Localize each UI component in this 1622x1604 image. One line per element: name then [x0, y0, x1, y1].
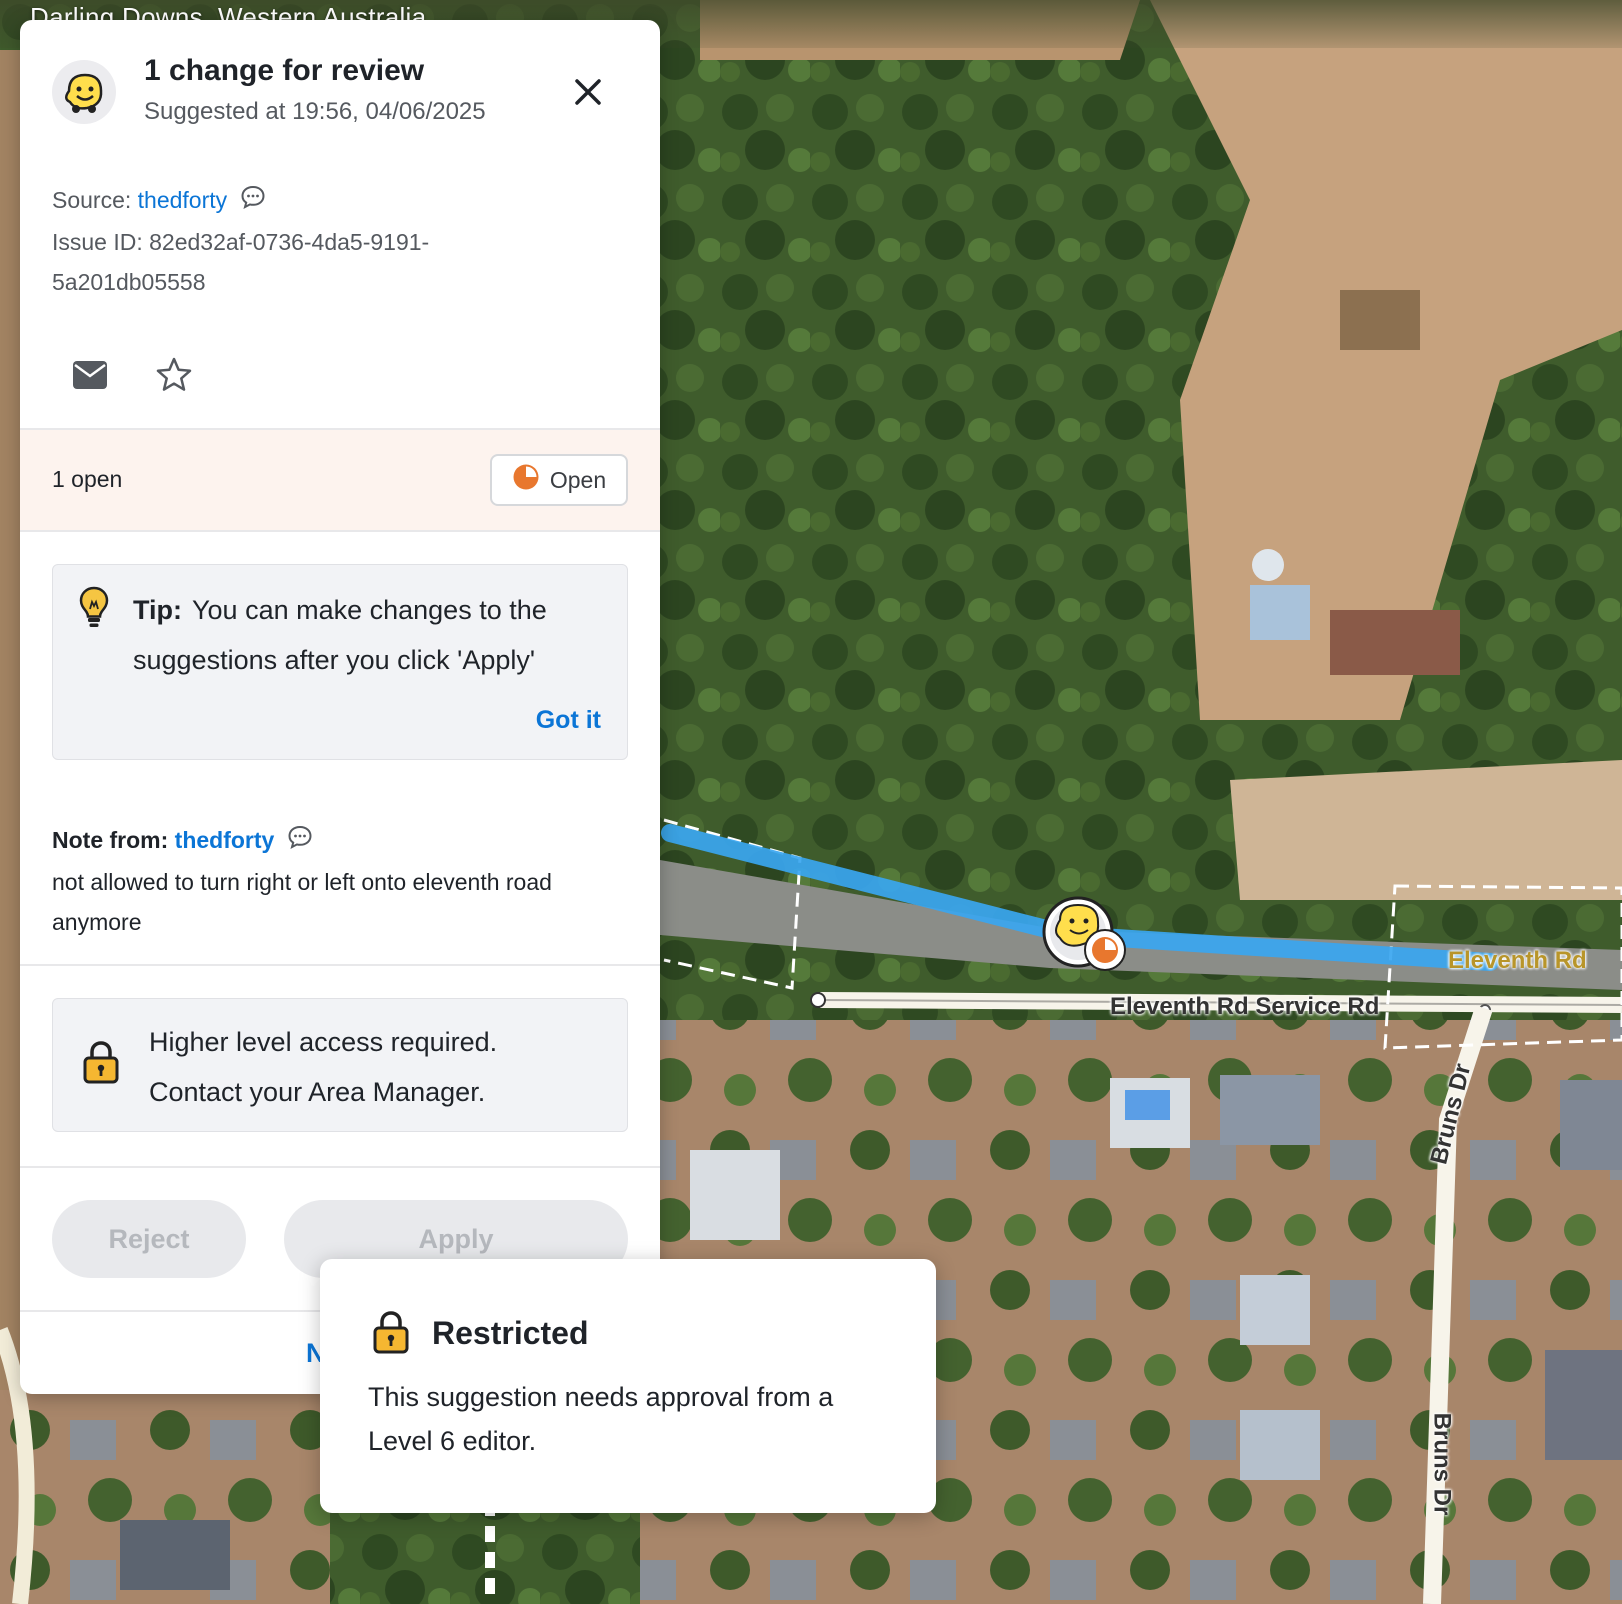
status-open-label: Open	[549, 466, 607, 493]
note-text: not allowed to turn right or left onto e…	[52, 868, 552, 935]
panel-header: 1 change for review Suggested at 19:56, …	[20, 20, 660, 200]
road-label-bruns-dr-lower: Bruns Dr	[1428, 1412, 1456, 1516]
lock-icon	[81, 1039, 121, 1090]
note-header: Note from: thedforty	[52, 820, 612, 862]
access-line1: Higher level access required.	[149, 1027, 498, 1057]
divider	[20, 1166, 660, 1168]
star-icon[interactable]	[154, 355, 194, 395]
lock-icon	[370, 1309, 412, 1360]
chat-bubble-icon[interactable]	[287, 822, 313, 862]
tip-box: Tip: You can make changes to the suggesti…	[52, 564, 628, 760]
access-text: Higher level access required. Contact yo…	[149, 1017, 609, 1117]
road-label-service-rd: Eleventh Rd Service Rd	[1110, 993, 1380, 1020]
source-line: Source: thedforty	[52, 180, 612, 222]
restricted-message: This suggestion needs approval from a Le…	[368, 1382, 834, 1456]
panel-title: 1 change for review	[144, 54, 425, 87]
source-label: Source:	[52, 187, 132, 213]
restricted-tooltip: Restricted This suggestion needs approva…	[320, 1259, 936, 1513]
restricted-title: Restricted	[432, 1315, 589, 1351]
got-it-button[interactable]: Got it	[536, 706, 601, 735]
issue-id-line2: 5a201db05558	[52, 268, 206, 295]
issue-id-line1: Issue ID: 82ed32af-0736-4da5-9191-	[52, 228, 430, 255]
divider	[20, 964, 660, 966]
access-required-box: Higher level access required. Contact yo…	[52, 998, 628, 1132]
close-icon[interactable]	[568, 72, 608, 112]
action-icons	[70, 355, 194, 395]
road-label-eleventh-rd: Eleventh Rd	[1448, 947, 1587, 974]
open-count: 1 open	[52, 466, 123, 492]
tip-text: Tip: You can make changes to the suggesti…	[133, 585, 603, 685]
note-label: Note from:	[52, 827, 169, 853]
suggested-timestamp: Suggested at 19:56, 04/06/2025	[144, 98, 486, 125]
note-user-link[interactable]: thedforty	[175, 827, 275, 853]
pie-status-icon	[512, 463, 540, 497]
lightbulb-icon	[77, 585, 111, 634]
note-section: Note from: thedforty not allowed to turn…	[52, 820, 612, 942]
access-line2: Contact your Area Manager.	[149, 1077, 486, 1107]
issue-meta: Source: thedforty Issue ID: 82ed32af-073…	[52, 180, 612, 302]
status-open-button[interactable]: Open	[490, 454, 628, 506]
tip-message: You can make changes to the suggestions …	[133, 595, 547, 675]
tip-label: Tip:	[133, 595, 182, 625]
reject-button[interactable]: Reject	[52, 1200, 246, 1278]
chat-bubble-icon[interactable]	[240, 182, 266, 222]
waze-smiley-icon	[52, 60, 116, 124]
source-user-link[interactable]: thedforty	[138, 187, 228, 213]
mail-icon[interactable]	[70, 355, 110, 395]
review-panel: 1 change for review Suggested at 19:56, …	[20, 20, 660, 1394]
status-strip: 1 open Open	[20, 428, 660, 532]
